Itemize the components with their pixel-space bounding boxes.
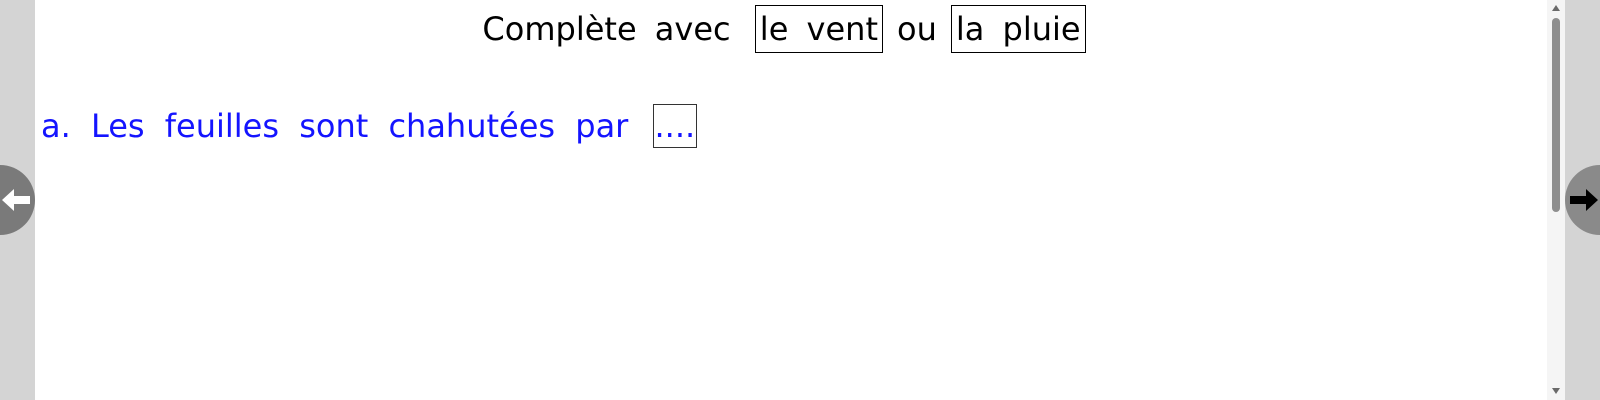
vertical-scrollbar[interactable] bbox=[1547, 0, 1565, 400]
scrollbar-thumb[interactable] bbox=[1552, 18, 1560, 212]
arrow-left-icon bbox=[2, 189, 30, 211]
arrow-right-icon bbox=[1570, 189, 1598, 211]
exercise-app: Complète avec le vent ou la pluie a. Les f… bbox=[0, 0, 1600, 400]
exercise-item-text: Les feuilles sont chahutées par bbox=[90, 107, 629, 145]
choice-la-pluie: la pluie bbox=[950, 5, 1086, 53]
instruction-connector: ou bbox=[897, 10, 937, 48]
scroll-down-icon[interactable] bbox=[1551, 387, 1561, 395]
scroll-up-icon[interactable] bbox=[1551, 4, 1561, 12]
instruction-line: Complète avec le vent ou la pluie bbox=[35, 5, 1547, 53]
choice-le-vent: le vent bbox=[754, 5, 883, 53]
exercise-content: Complète avec le vent ou la pluie a. Les f… bbox=[35, 0, 1547, 400]
instruction-prefix: Complète avec bbox=[482, 10, 731, 48]
exercise-item-label: a. bbox=[41, 107, 71, 145]
answer-blank-box[interactable]: .... bbox=[652, 104, 698, 148]
exercise-item-a: a. Les feuilles sont chahutées par .... bbox=[41, 104, 698, 148]
